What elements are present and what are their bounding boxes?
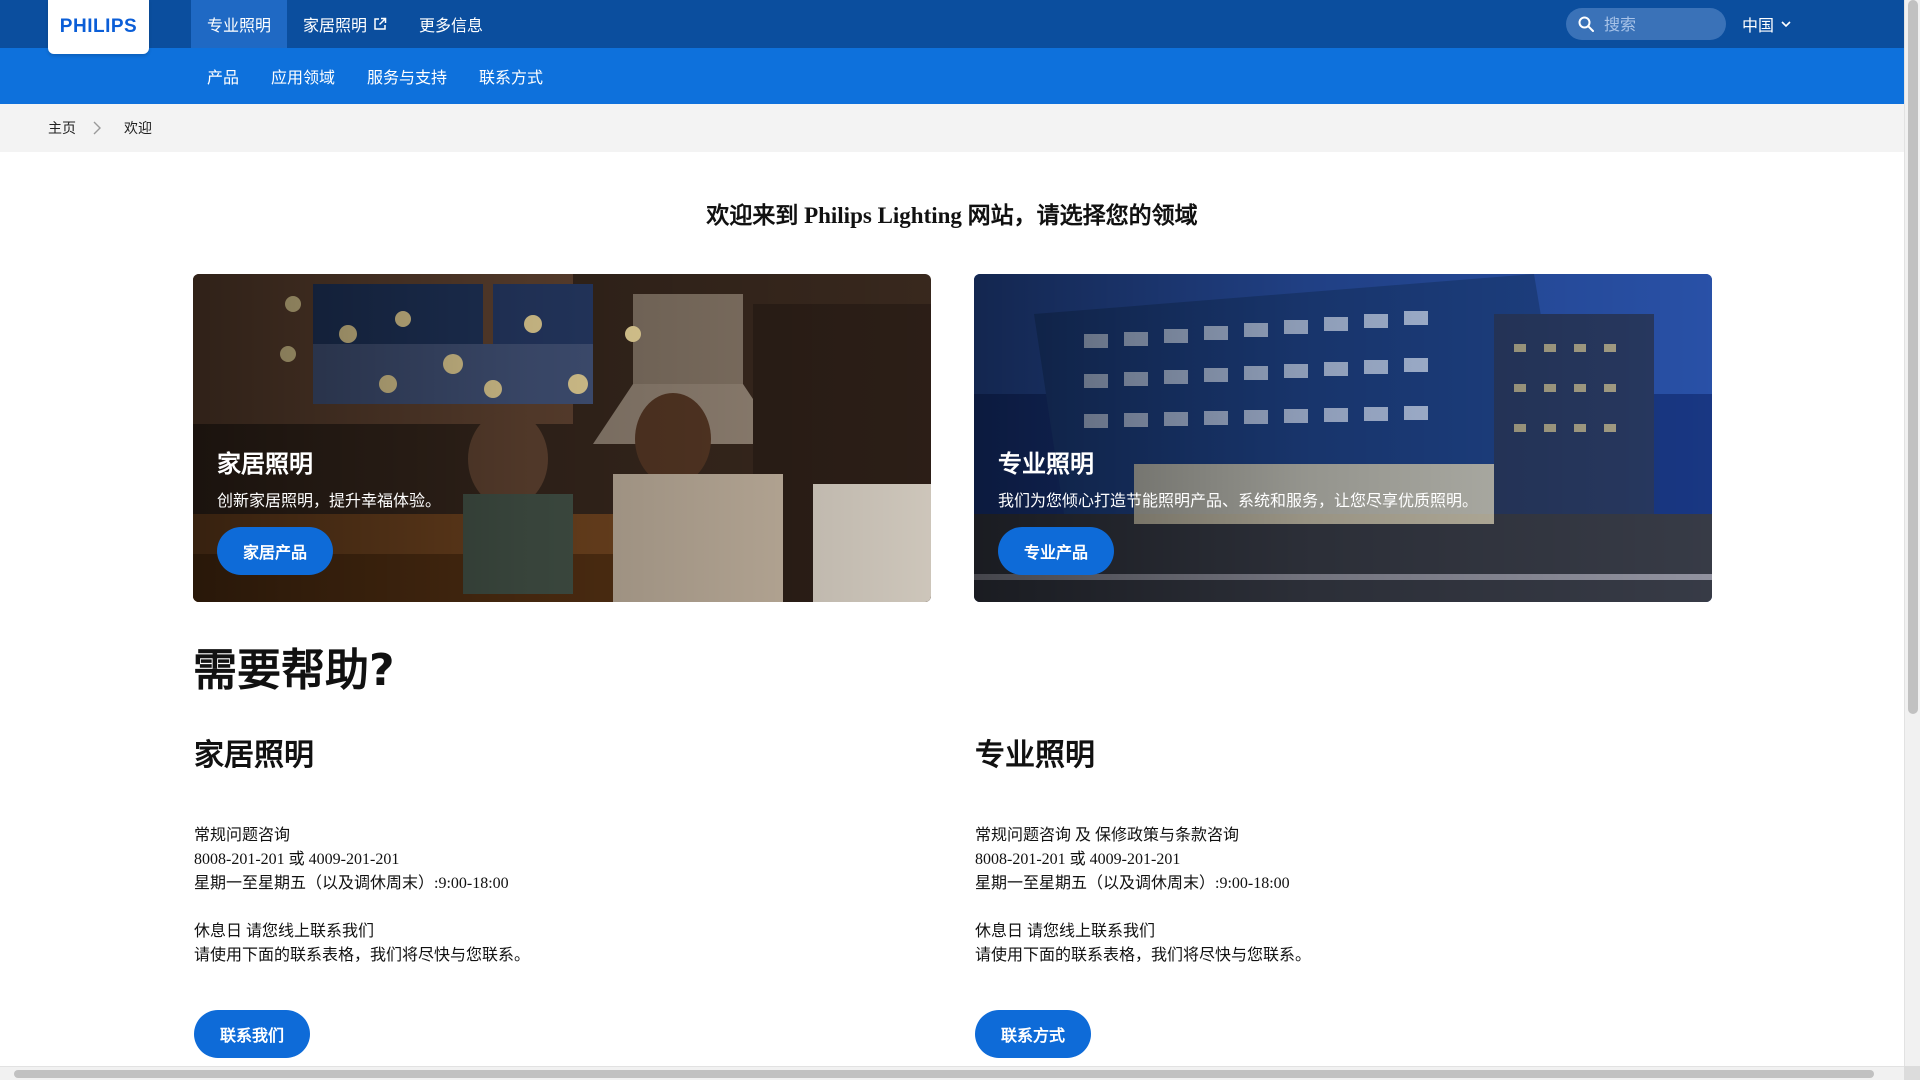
contact-info-button[interactable]: 联系方式 — [975, 1010, 1092, 1058]
help-line: 休息日 请您线上联系我们 — [975, 923, 1156, 940]
home-products-button[interactable]: 家居产品 — [217, 527, 334, 575]
card-title: 家居照明 — [217, 450, 313, 478]
scrollbar-corner — [1904, 1066, 1920, 1080]
horizontal-scrollbar[interactable] — [0, 1066, 1904, 1080]
horizontal-scrollbar-thumb[interactable] — [14, 1070, 1874, 1078]
page-headline: 欢迎来到 Philips Lighting 网站，请选择您的领域 — [706, 203, 1198, 228]
help-home-column: 家居照明 常规问题咨询 8008-201-201 或 4009-201-201 … — [194, 730, 894, 968]
help-line: 常规问题咨询 及 保修政策与条款咨询 — [975, 827, 1240, 844]
help-phone: 8008-201-201 或 4009-201-201 — [194, 851, 400, 868]
subnav-item-applications[interactable]: 应用领域 — [255, 48, 351, 104]
tab-home-lighting[interactable]: 家居照明 — [287, 0, 403, 48]
help-column-heading: 家居照明 — [194, 738, 314, 773]
subnav-item-service-support[interactable]: 服务与支持 — [351, 48, 463, 104]
breadcrumb-home-link[interactable]: 主页 — [48, 118, 76, 138]
top-tabs: 专业照明 家居照明 更多信息 — [191, 0, 499, 48]
help-line: 请使用下面的联系表格，我们将尽快与您联系。 — [194, 947, 531, 964]
top-navigation-bar: PHILIPS 专业照明 家居照明 更多信息 中国 — [0, 0, 1904, 54]
philips-logo[interactable]: PHILIPS — [48, 0, 149, 54]
subnav-item-products[interactable]: 产品 — [191, 48, 255, 104]
chevron-down-icon — [1781, 21, 1791, 28]
home-lighting-card[interactable]: 家居照明 创新家居照明，提升幸福体验。 家居产品 — [193, 274, 931, 602]
subnav-label: 产品 — [207, 68, 240, 87]
help-hours: 星期一至星期五（以及调休周末）:9:00-18:00 — [975, 875, 1290, 892]
help-title: 需要帮助? — [193, 645, 395, 696]
region-label: 中国 — [1742, 16, 1775, 35]
vertical-scrollbar-thumb[interactable] — [1908, 0, 1918, 714]
breadcrumb-current: 欢迎 — [124, 121, 152, 137]
subnav-item-contact[interactable]: 联系方式 — [463, 48, 559, 104]
vertical-scrollbar[interactable] — [1904, 0, 1920, 1066]
help-line: 请使用下面的联系表格，我们将尽快与您联系。 — [975, 947, 1312, 964]
tab-more-info[interactable]: 更多信息 — [403, 0, 499, 48]
logo-text: PHILIPS — [59, 16, 138, 37]
subnav-label: 应用领域 — [271, 68, 336, 87]
search-box[interactable] — [1566, 8, 1726, 40]
external-link-icon — [374, 17, 387, 30]
help-phone: 8008-201-201 或 4009-201-201 — [975, 851, 1181, 868]
help-professional-column: 专业照明 常规问题咨询 及 保修政策与条款咨询 8008-201-201 或 4… — [975, 730, 1675, 968]
sub-navigation-bar: 产品 应用领域 服务与支持 联系方式 — [0, 48, 1904, 104]
search-icon — [1578, 16, 1594, 32]
search-input[interactable] — [1604, 14, 1714, 34]
help-line: 常规问题咨询 — [194, 827, 291, 844]
breadcrumb: 主页 欢迎 — [0, 104, 1904, 152]
help-column-heading: 专业照明 — [975, 738, 1095, 773]
professional-products-button[interactable]: 专业产品 — [998, 527, 1115, 575]
contact-us-button[interactable]: 联系我们 — [194, 1010, 311, 1058]
tab-label: 家居照明 — [303, 16, 368, 35]
subnav-label: 联系方式 — [479, 68, 544, 87]
card-description: 我们为您倾心打造节能照明产品、系统和服务，让您尽享优质照明。 — [998, 491, 1479, 510]
tab-label: 更多信息 — [419, 16, 484, 35]
card-title: 专业照明 — [998, 450, 1094, 478]
subnav-label: 服务与支持 — [367, 68, 448, 87]
card-description: 创新家居照明，提升幸福体验。 — [217, 491, 442, 510]
tab-professional-lighting[interactable]: 专业照明 — [191, 0, 288, 48]
tab-label: 专业照明 — [207, 16, 272, 35]
chevron-right-icon — [93, 121, 101, 135]
professional-lighting-card[interactable]: 专业照明 我们为您倾心打造节能照明产品、系统和服务，让您尽享优质照明。 专业产品 — [974, 274, 1712, 602]
region-selector[interactable]: 中国 — [1742, 0, 1792, 48]
help-line: 休息日 请您线上联系我们 — [194, 923, 375, 940]
help-hours: 星期一至星期五（以及调休周末）:9:00-18:00 — [194, 875, 509, 892]
